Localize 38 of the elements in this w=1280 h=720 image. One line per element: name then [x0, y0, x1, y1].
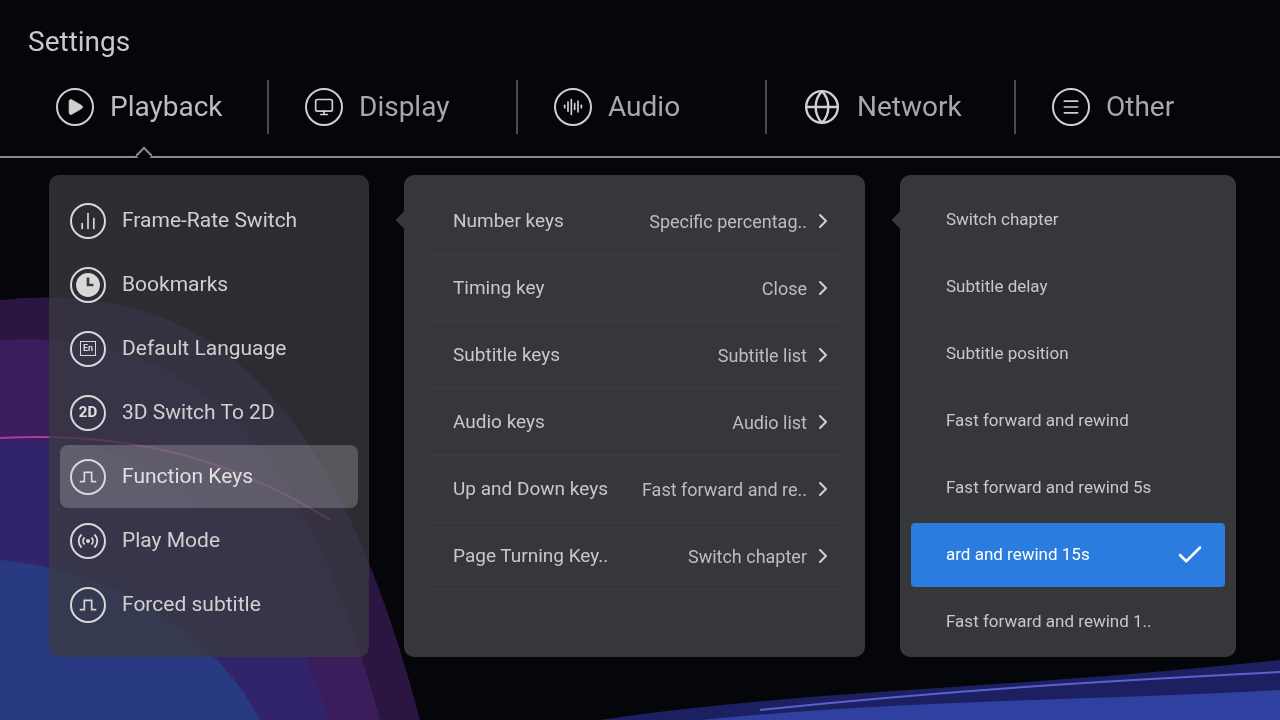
- option-item[interactable]: ard and rewind 15s: [911, 523, 1225, 587]
- category-item[interactable]: Bookmarks: [60, 253, 358, 316]
- tab[interactable]: Audio: [518, 86, 765, 128]
- key-row[interactable]: Subtitle keys Subtitle list: [426, 322, 843, 389]
- option-item[interactable]: Subtitle position: [911, 322, 1225, 386]
- play-icon: [56, 88, 94, 126]
- audio-icon: [554, 88, 592, 126]
- category-item[interactable]: Frame-Rate Switch: [60, 189, 358, 252]
- key-row[interactable]: Page Turning Key.. Switch chapter: [426, 523, 843, 590]
- option-item[interactable]: Fast forward and rewind 1..: [911, 590, 1225, 654]
- option-item[interactable]: Subtitle delay: [911, 255, 1225, 319]
- tab[interactable]: Playback: [0, 86, 267, 128]
- key-row[interactable]: Number keys Specific percentag..: [426, 188, 843, 255]
- category-item[interactable]: Function Keys: [60, 445, 358, 508]
- badge-icon: 2D: [70, 394, 106, 431]
- category-item[interactable]: Forced subtitle: [60, 573, 358, 636]
- tab[interactable]: Network: [767, 86, 1014, 128]
- category-item[interactable]: En Default Language: [60, 317, 358, 380]
- language-icon: En: [70, 330, 106, 367]
- tab[interactable]: Other: [1016, 86, 1263, 128]
- square-wave-icon: [70, 586, 106, 623]
- globe-icon: [803, 88, 841, 126]
- bar-chart-icon: [70, 202, 106, 239]
- key-row[interactable]: Audio keys Audio list: [426, 389, 843, 456]
- square-wave-icon: [70, 458, 106, 495]
- category-item[interactable]: 2D 3D Switch To 2D: [60, 381, 358, 444]
- menu-icon: [1052, 88, 1090, 126]
- option-item[interactable]: Switch chapter: [911, 188, 1225, 252]
- monitor-icon: [305, 88, 343, 126]
- tab[interactable]: Display: [269, 86, 516, 128]
- clock-icon: [70, 266, 106, 303]
- key-row[interactable]: Up and Down keys Fast forward and re..: [426, 456, 843, 523]
- page-title: Settings: [27, 24, 131, 60]
- option-item[interactable]: Fast forward and rewind 5s: [911, 456, 1225, 520]
- key-row[interactable]: Timing key Close: [426, 255, 843, 322]
- option-item[interactable]: Fast forward and rewind: [911, 389, 1225, 453]
- category-item[interactable]: Play Mode: [60, 509, 358, 572]
- broadcast-icon: [70, 522, 106, 559]
